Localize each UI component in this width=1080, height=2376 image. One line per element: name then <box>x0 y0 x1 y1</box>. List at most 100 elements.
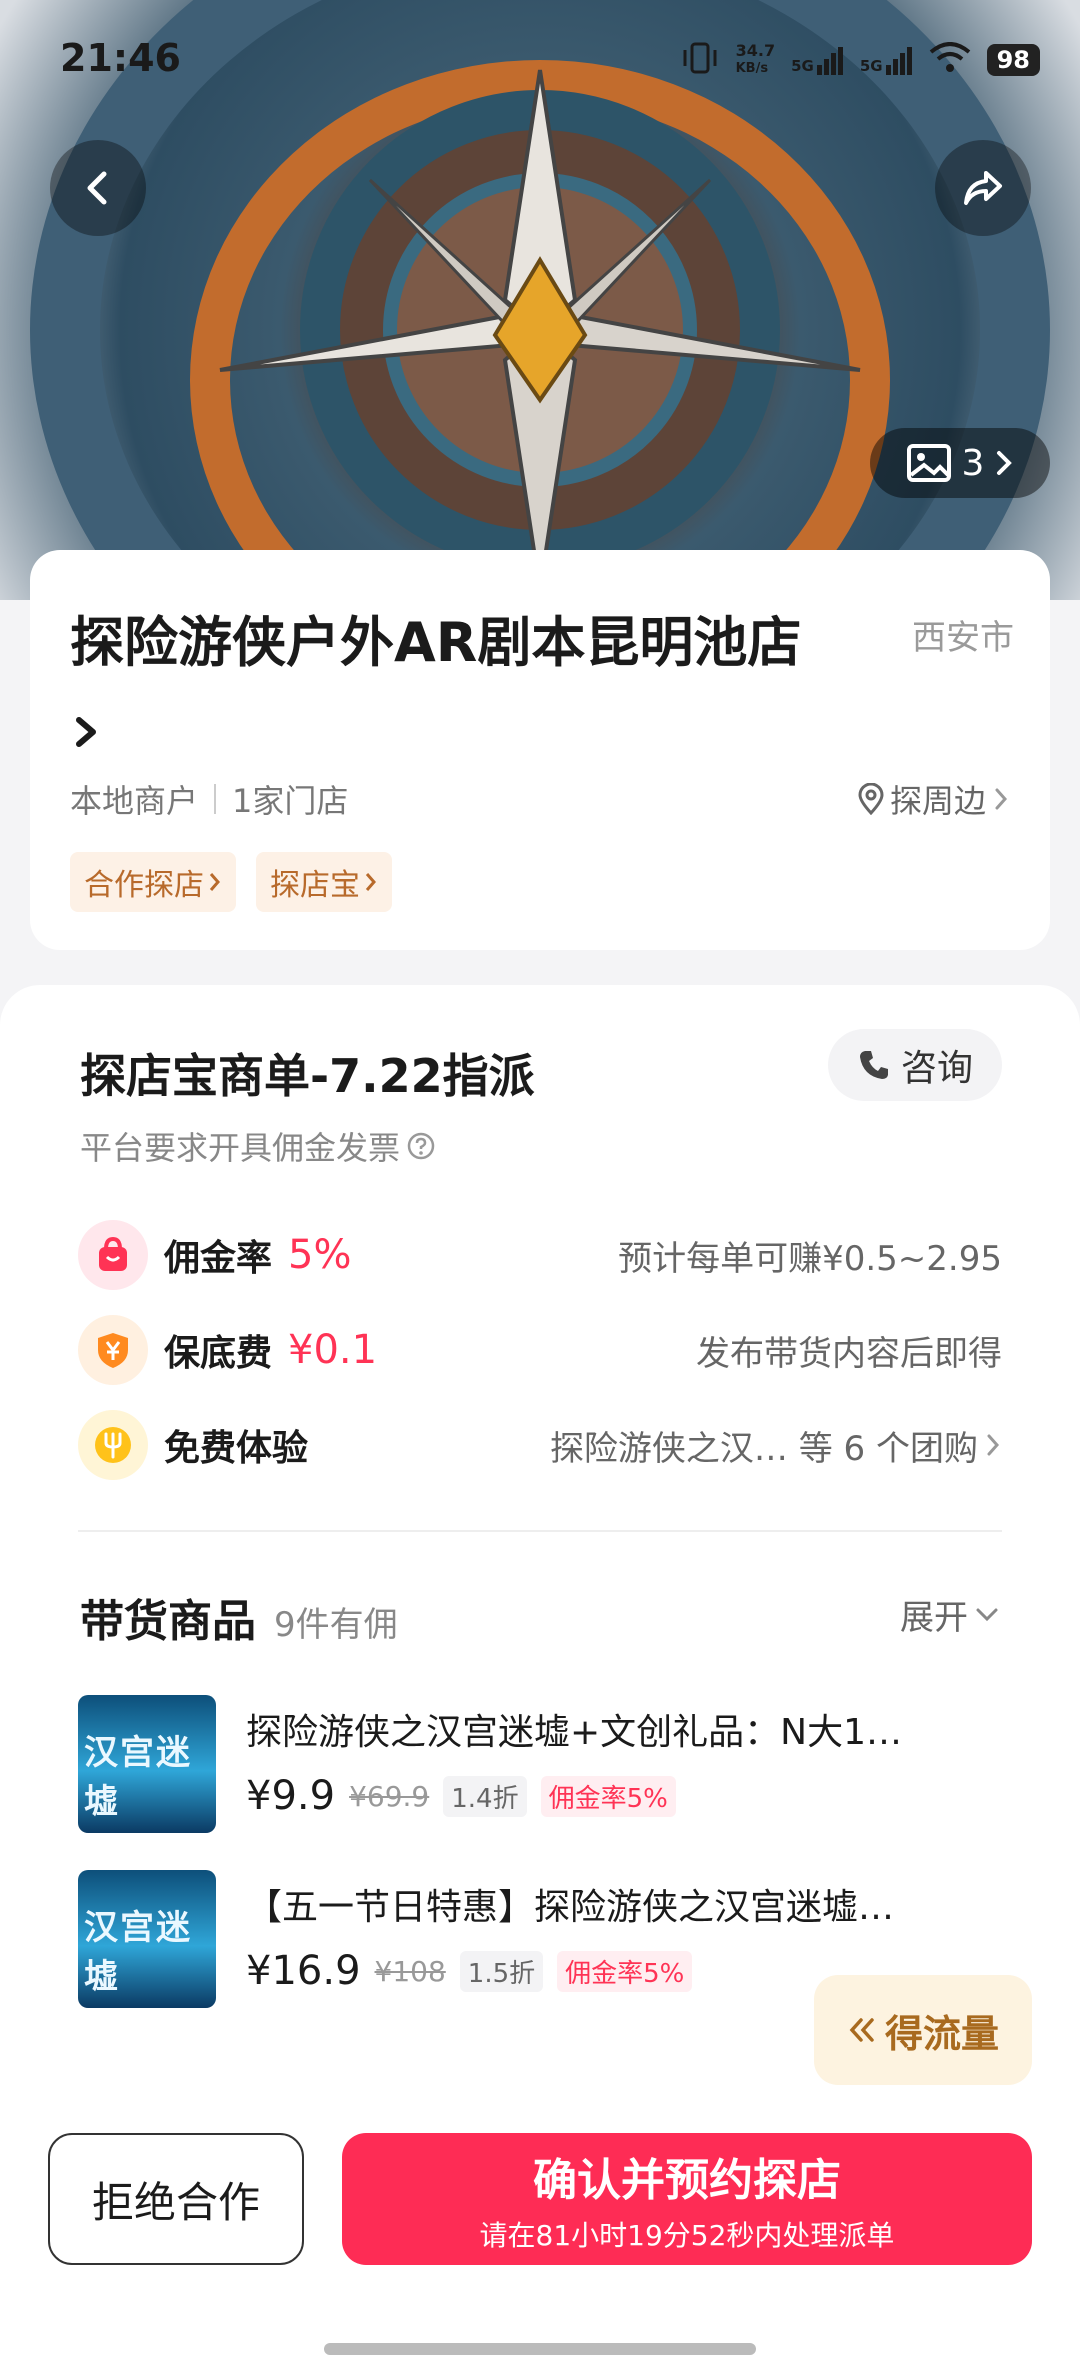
get-traffic-bubble[interactable]: 得流量 <box>814 1975 1032 2103</box>
back-icon <box>87 171 107 205</box>
store-count: 1家门店 <box>232 782 349 820</box>
home-indicator[interactable] <box>324 2343 756 2355</box>
goods-title: 带货商品 <box>80 1596 256 1647</box>
traffic-label: 得流量 <box>884 2011 999 2056</box>
net-speed-value: 34.7 <box>735 41 776 60</box>
signal-icon-2: 5G <box>860 45 913 75</box>
commission-rate-desc: 预计每单可赚¥0.5~2.95 <box>618 1238 1002 1279</box>
bottom-action-bar: 拒绝合作 确认并预约探店 请在81小时19分52秒内处理派单 <box>0 2085 1080 2376</box>
product-name: 探险游侠之汉宫迷墟+文创礼品：N大1… <box>246 1712 902 1753</box>
image-icon <box>906 444 951 482</box>
share-icon <box>964 171 1002 205</box>
product-commission: 佣金率5% <box>557 1950 693 1992</box>
chevron-right-icon <box>997 451 1013 475</box>
thumbnail-text: 汉宫迷墟 <box>84 1733 192 1822</box>
free-experience-label: 免费体验 <box>164 1428 309 1469</box>
chevron-right-icon <box>995 788 1008 810</box>
meta-divider <box>214 784 217 814</box>
commission-rate-label: 佣金率 <box>164 1238 273 1279</box>
confirm-countdown: 请在81小时19分52秒内处理派单 <box>479 2219 895 2252</box>
confirm-label: 确认并预约探店 <box>533 2155 841 2206</box>
product-commission: 佣金率5% <box>540 1775 676 1817</box>
store-meta: 本地商户 1家门店 <box>70 776 348 822</box>
confirm-booking-button[interactable]: 确认并预约探店 请在81小时19分52秒内处理派单 <box>342 2133 1032 2265</box>
product-thumbnail: 汉宫迷墟 <box>78 1695 216 1833</box>
sim1-label: 5G <box>791 57 814 75</box>
store-name: 探险游侠户外AR剧本昆明池店 <box>70 611 802 674</box>
base-fee-label: 保底费 <box>164 1333 273 1374</box>
product-item[interactable]: 汉宫迷墟 探险游侠之汉宫迷墟+文创礼品：N大1… ¥9.9 ¥69.9 1.4折… <box>78 1695 1002 1835</box>
section-divider <box>78 1530 1002 1532</box>
net-speed-unit: KB/s <box>735 61 769 76</box>
nearby-link[interactable]: 探周边 <box>858 776 1010 822</box>
order-title: 探店宝商单-7.22指派 <box>80 1049 535 1103</box>
product-thumbnail: 汉宫迷墟 <box>78 1870 216 2008</box>
battery-indicator: 98 <box>986 44 1040 76</box>
signal-icon: 5G <box>791 45 844 75</box>
status-time: 21:46 <box>60 36 181 80</box>
free-experience-desc: 探险游侠之汉… 等 6 个团购 <box>550 1421 1002 1470</box>
phone-icon <box>859 1051 888 1079</box>
product-name: 【五一节日特惠】探险游侠之汉宫迷墟… <box>246 1887 895 1928</box>
goods-count: 9件有佣 <box>274 1605 398 1645</box>
chevron-right-icon <box>365 873 376 891</box>
base-fee-row: 保底费 ¥0.1 发布带货内容后即得 <box>78 1315 1002 1385</box>
location-pin-icon <box>858 783 884 815</box>
store-cover-image[interactable]: 21:46 34.7 KB/s 5G 5G 98 3 <box>0 0 1080 600</box>
tag-cooperation[interactable]: 合作探店 <box>70 852 236 912</box>
reject-label: 拒绝合作 <box>91 2177 260 2227</box>
chevron-right-icon <box>209 873 220 891</box>
share-button[interactable] <box>935 140 1031 236</box>
double-chevron-left-icon <box>849 2018 874 2042</box>
gallery-count-button[interactable]: 3 <box>870 428 1050 498</box>
merchant-type: 本地商户 <box>70 782 199 820</box>
chevron-right-icon <box>987 1434 1000 1456</box>
product-discount: 1.5折 <box>459 1950 544 1992</box>
store-city: 西安市 <box>912 618 1014 658</box>
product-price: ¥16.9 <box>246 1948 361 1994</box>
reject-button[interactable]: 拒绝合作 <box>48 2133 304 2265</box>
commission-rate-value: 5% <box>288 1232 352 1278</box>
product-original-price: ¥108 <box>374 1954 446 1988</box>
fork-icon <box>78 1410 148 1480</box>
free-experience-row[interactable]: 免费体验 探险游侠之汉… 等 6 个团购 <box>78 1410 1002 1480</box>
tag-label: 合作探店 <box>84 868 204 903</box>
status-icons: 34.7 KB/s 5G 5G 98 <box>680 38 1040 82</box>
net-speed: 34.7 KB/s <box>736 42 775 78</box>
store-tags: 合作探店 探店宝 <box>70 852 392 912</box>
free-experience-desc-text: 探险游侠之汉… 等 6 个团购 <box>549 1428 978 1469</box>
goods-section-header: 带货商品 9件有佣 <box>80 1585 398 1649</box>
thumbnail-text: 汉宫迷墟 <box>84 1908 192 1997</box>
chevron-right-icon <box>76 717 96 748</box>
product-price: ¥9.9 <box>246 1773 336 1819</box>
vibrate-icon <box>680 38 720 82</box>
product-price-row: ¥16.9 ¥108 1.5折 佣金率5% <box>246 1948 693 1994</box>
wifi-icon <box>929 42 971 78</box>
base-fee-value: ¥0.1 <box>288 1327 378 1373</box>
invoice-note: 平台要求开具佣金发票 <box>80 1123 436 1169</box>
chevron-down-icon <box>976 1608 998 1621</box>
shopping-bag-icon <box>78 1220 148 1290</box>
product-price-row: ¥9.9 ¥69.9 1.4折 佣金率5% <box>246 1773 676 1819</box>
sim2-label: 5G <box>859 57 883 75</box>
store-name-link[interactable]: 探险游侠户外AR剧本昆明池店 <box>70 600 850 772</box>
tag-label: 探店宝 <box>270 868 360 903</box>
nearby-label: 探周边 <box>889 782 986 820</box>
gallery-count: 3 <box>961 442 985 484</box>
order-card: 探店宝商单-7.22指派 咨询 平台要求开具佣金发票 佣金率 5% 预计每单可赚… <box>0 985 1080 2085</box>
expand-button[interactable]: 展开 <box>900 1590 1000 1639</box>
back-button[interactable] <box>50 140 146 236</box>
tag-tandianbao[interactable]: 探店宝 <box>256 852 392 912</box>
question-circle-icon[interactable] <box>406 1131 436 1161</box>
base-fee-desc: 发布带货内容后即得 <box>696 1333 1002 1374</box>
expand-label: 展开 <box>900 1598 968 1638</box>
product-original-price: ¥69.9 <box>349 1779 430 1813</box>
yuan-shield-icon <box>78 1315 148 1385</box>
store-info-card: 探险游侠户外AR剧本昆明池店 西安市 本地商户 1家门店 探周边 合作探店 探店… <box>30 550 1050 950</box>
consult-button[interactable]: 咨询 <box>828 1029 1002 1101</box>
consult-label: 咨询 <box>900 1048 973 1089</box>
status-bar: 21:46 34.7 KB/s 5G 5G 98 <box>0 0 1080 120</box>
invoice-note-text: 平台要求开具佣金发票 <box>80 1129 401 1167</box>
product-discount: 1.4折 <box>443 1775 527 1817</box>
commission-rate-row: 佣金率 5% 预计每单可赚¥0.5~2.95 <box>78 1220 1002 1290</box>
